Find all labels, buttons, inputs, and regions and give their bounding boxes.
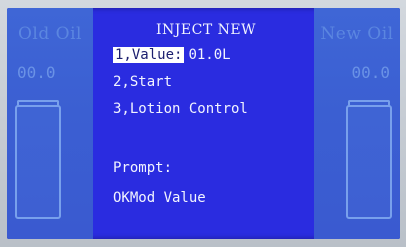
old-oil-value: 00.0 bbox=[17, 63, 56, 82]
menu-item-value-label[interactable]: 1,Value: bbox=[113, 47, 185, 63]
inject-menu: INJECT NEW 1,Value: 01.0L 2,Start 3,Lotio… bbox=[111, 8, 301, 239]
lcd-screen: Old Oil 00.0 New Oil 00.0 INJECT NEW 1,V… bbox=[7, 8, 400, 239]
menu-item-lotion-control[interactable]: 3,Lotion Control bbox=[113, 101, 248, 117]
menu-item-value[interactable]: 1,Value: 01.0L bbox=[113, 47, 231, 63]
new-oil-value: 00.0 bbox=[351, 63, 390, 82]
menu-title: INJECT NEW bbox=[156, 22, 256, 38]
prompt-text: OKMod Value bbox=[113, 190, 206, 206]
oil-tank-icon bbox=[346, 105, 392, 219]
new-oil-title: New Oil bbox=[320, 24, 394, 44]
injection-volume-value: 01.0L bbox=[188, 47, 231, 63]
prompt-label: Prompt: bbox=[113, 160, 173, 176]
new-oil-panel: New Oil 00.0 bbox=[314, 8, 400, 239]
oil-tank-icon bbox=[15, 105, 61, 219]
old-oil-panel: Old Oil 00.0 bbox=[7, 8, 93, 239]
old-oil-title: Old Oil bbox=[18, 24, 82, 44]
menu-item-start[interactable]: 2,Start bbox=[113, 74, 172, 90]
